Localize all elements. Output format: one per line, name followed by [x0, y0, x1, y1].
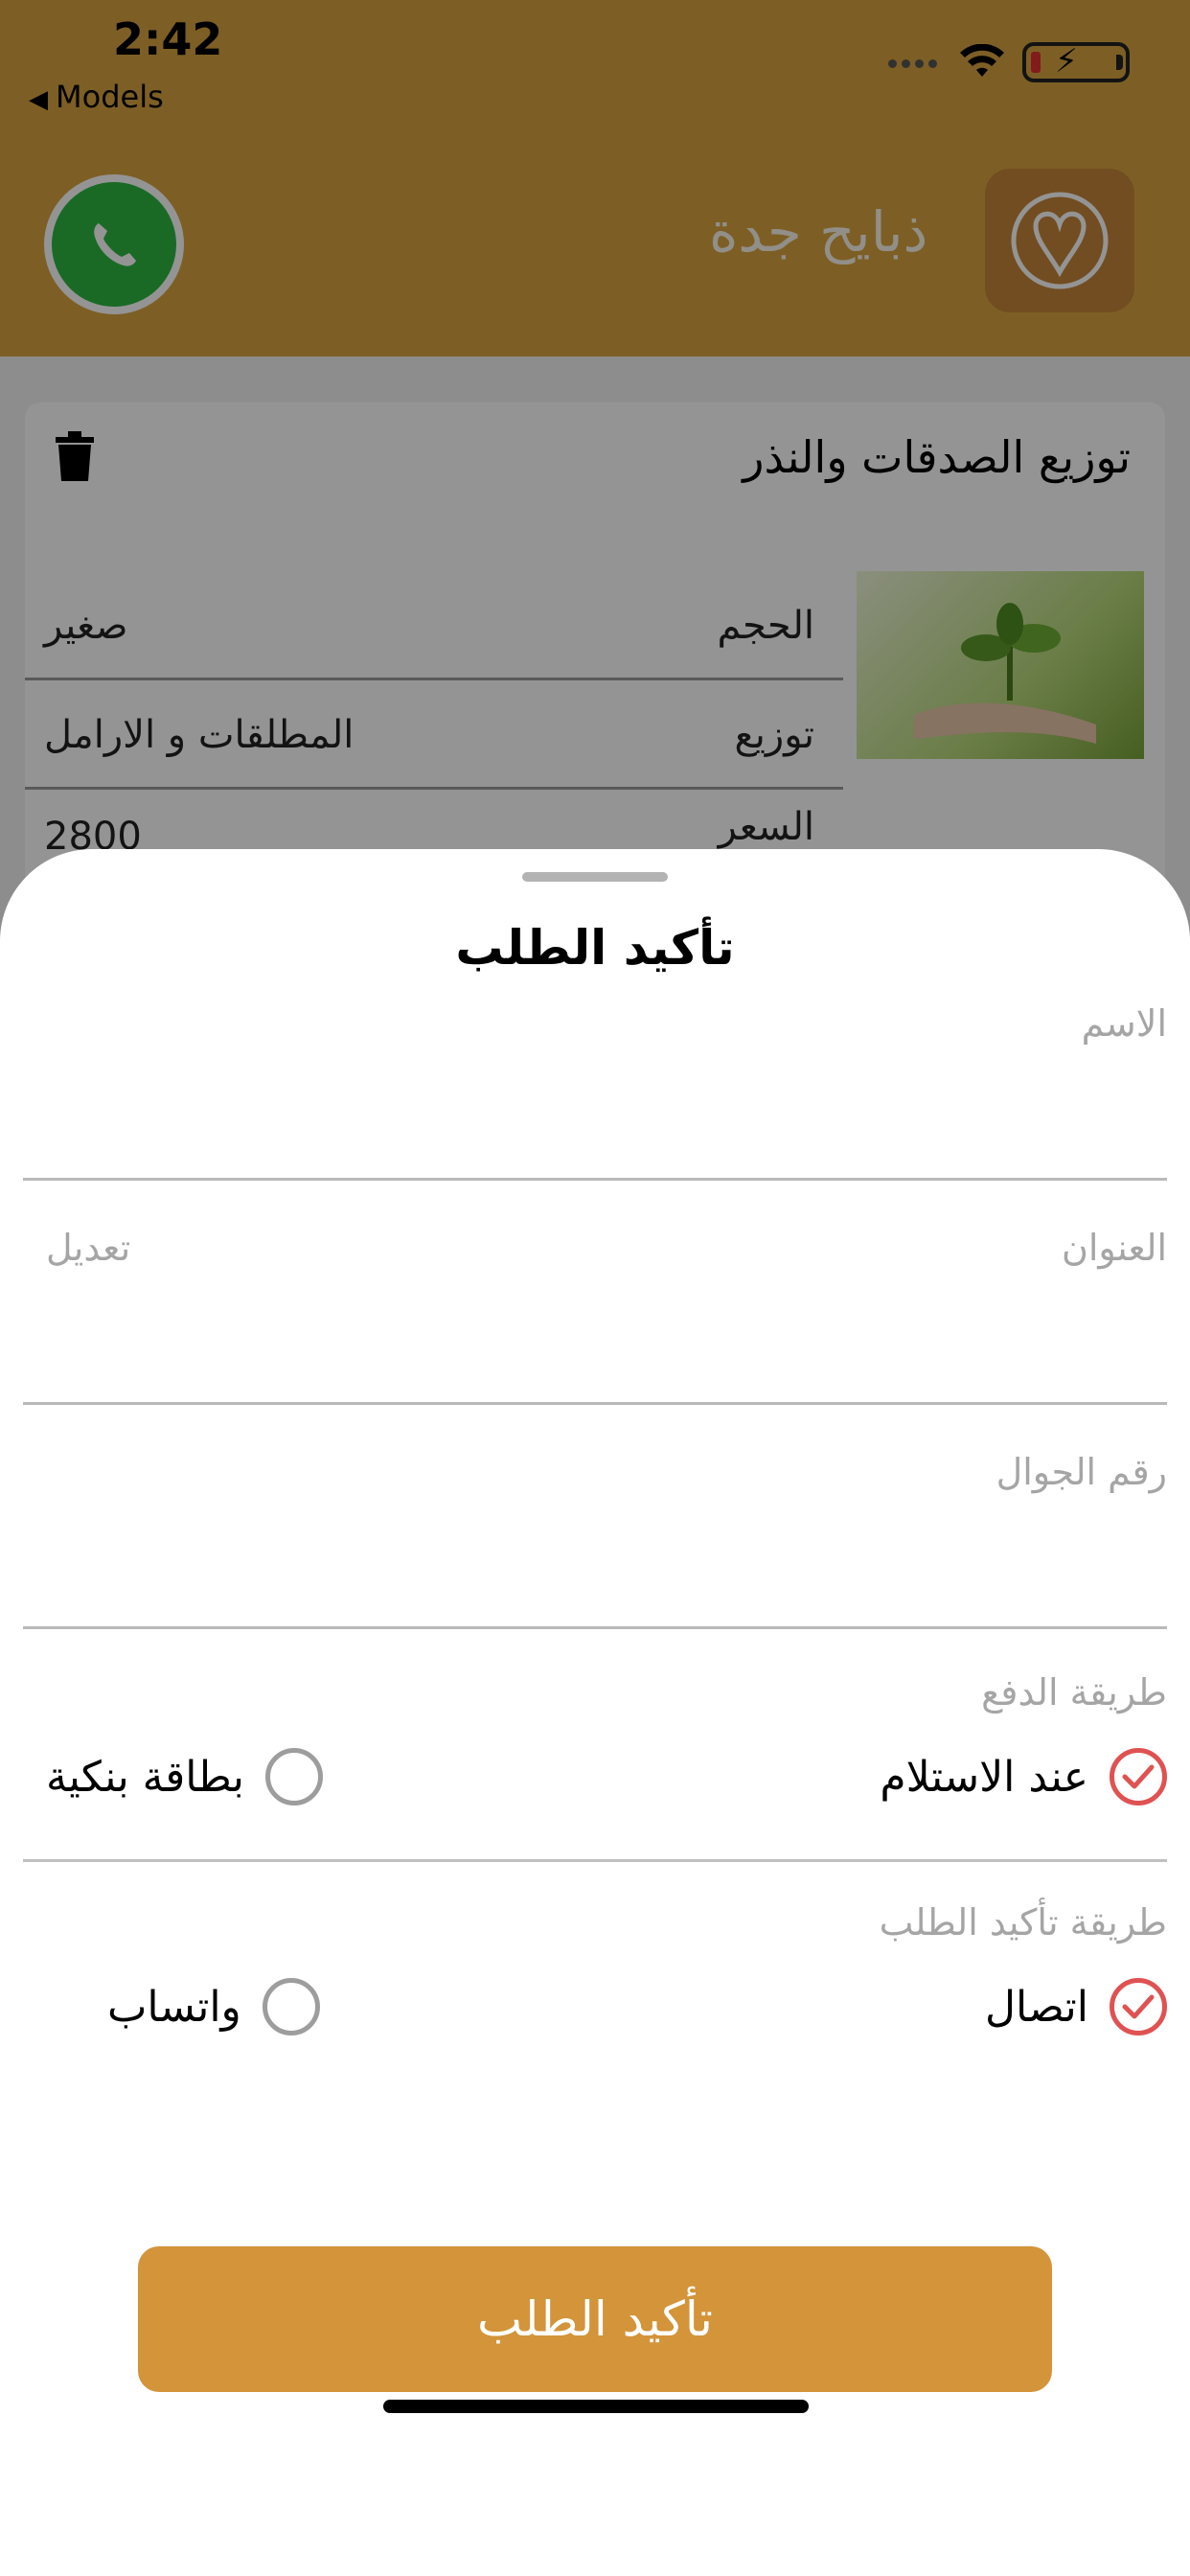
phone-field[interactable]: رقم الجوال [23, 1451, 1171, 1629]
sheet-title: تأكيد الطلب [455, 920, 735, 976]
confirm-method-label: طريقة تأكيد الطلب [879, 1901, 1167, 1944]
name-label: الاسم [1081, 1002, 1167, 1045]
payment-method-label: طريقة الدفع [981, 1671, 1167, 1714]
address-input[interactable] [23, 1303, 1171, 1392]
confirm-option-label: واتساب [107, 1982, 241, 2032]
confirm-option-call[interactable]: اتصال [985, 1978, 1167, 2036]
payment-option-card[interactable]: بطاقة بنكية [46, 1748, 324, 1806]
confirm-option-label: اتصال [984, 1982, 1088, 2032]
payment-option-label: عند الاستلام [880, 1752, 1088, 1802]
phone-label: رقم الجوال [995, 1451, 1167, 1493]
confirm-order-button[interactable]: تأكيد الطلب [138, 2246, 1052, 2392]
payment-option-cash[interactable]: عند الاستلام [880, 1748, 1167, 1806]
radio-unchecked-icon [262, 1978, 320, 2036]
name-input[interactable] [23, 1079, 1171, 1167]
order-confirmation-sheet: تأكيد الطلب الاسم العنوان تعديل رقم الجو… [0, 849, 1190, 2576]
payment-option-label: بطاقة بنكية [46, 1752, 245, 1802]
radio-unchecked-icon [265, 1748, 324, 1806]
edit-address-link[interactable]: تعديل [46, 1227, 130, 1269]
name-field[interactable]: الاسم [23, 1002, 1171, 1181]
phone-input[interactable] [23, 1528, 1171, 1616]
check-icon [1110, 1748, 1167, 1806]
address-field[interactable]: العنوان تعديل [23, 1227, 1171, 1405]
drag-handle[interactable] [522, 872, 668, 882]
check-icon [1110, 1978, 1167, 2036]
address-label: العنوان [1061, 1227, 1167, 1269]
confirm-option-whatsapp[interactable]: واتساب [107, 1978, 320, 2036]
home-indicator[interactable] [383, 2400, 809, 2413]
divider [23, 1859, 1167, 1862]
